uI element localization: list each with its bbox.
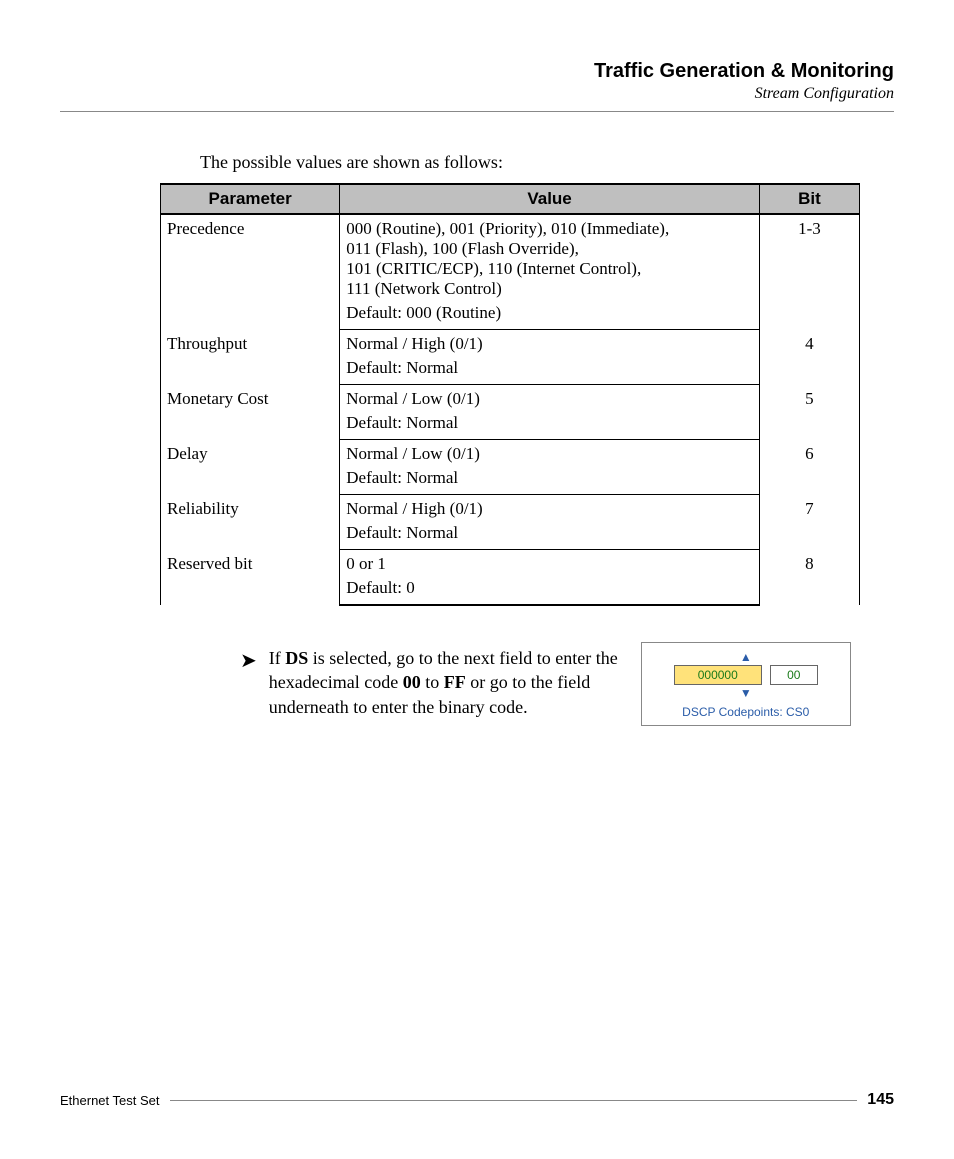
cell-value: 000 (Routine), 001 (Priority), 010 (Imme… (340, 214, 760, 301)
table-row: Precedence 000 (Routine), 001 (Priority)… (161, 214, 860, 301)
col-header-bit: Bit (759, 184, 859, 214)
dscp-caption: DSCP Codepoints: CS0 (650, 705, 842, 719)
cell-bit: 5 (759, 385, 859, 440)
value-line: 011 (Flash), 100 (Flash Override), (346, 239, 753, 259)
cell-bit: 1-3 (759, 214, 859, 330)
binary-code-field[interactable]: 000000 (674, 665, 762, 685)
page-header-subtitle: Stream Configuration (60, 85, 894, 103)
header-divider (60, 111, 894, 112)
col-header-value: Value (340, 184, 760, 214)
parameter-table: Parameter Value Bit Precedence 000 (Rout… (160, 183, 860, 606)
bullet-arrow-icon: ➤ (240, 648, 257, 673)
cell-default: Default: Normal (340, 356, 760, 385)
cell-default: Default: Normal (340, 466, 760, 495)
value-line: 111 (Network Control) (346, 279, 753, 299)
cell-parameter: Monetary Cost (161, 385, 340, 440)
text-bold: FF (444, 672, 466, 692)
page-number: 145 (867, 1091, 894, 1109)
page-header-title: Traffic Generation & Monitoring (60, 60, 894, 83)
cell-default: Default: Normal (340, 521, 760, 550)
footer-divider (170, 1100, 858, 1101)
cell-value: Normal / Low (0/1) (340, 385, 760, 412)
text-segment: to (421, 672, 444, 692)
value-line: 101 (CRITIC/ECP), 110 (Internet Control)… (346, 259, 753, 279)
cell-default: Default: 0 (340, 576, 760, 605)
cell-bit: 6 (759, 440, 859, 495)
spinner-down-icon[interactable]: ▼ (650, 687, 842, 699)
cell-value: Normal / High (0/1) (340, 330, 760, 357)
cell-parameter: Reliability (161, 495, 340, 550)
dscp-widget: ▲ 000000 00 ▼ DSCP Codepoints: CS0 (641, 642, 851, 726)
text-segment: If (269, 648, 286, 668)
table-row: Reserved bit 0 or 1 8 (161, 550, 860, 577)
table-row: Throughput Normal / High (0/1) 4 (161, 330, 860, 357)
intro-text: The possible values are shown as follows… (200, 152, 894, 173)
cell-default: Default: 000 (Routine) (340, 301, 760, 330)
cell-parameter: Reserved bit (161, 550, 340, 606)
cell-bit: 8 (759, 550, 859, 606)
cell-parameter: Delay (161, 440, 340, 495)
cell-bit: 4 (759, 330, 859, 385)
cell-value: 0 or 1 (340, 550, 760, 577)
spinner-up-icon[interactable]: ▲ (650, 651, 842, 663)
cell-value: Normal / Low (0/1) (340, 440, 760, 467)
table-row: Delay Normal / Low (0/1) 6 (161, 440, 860, 467)
cell-value: Normal / High (0/1) (340, 495, 760, 522)
table-row: Monetary Cost Normal / Low (0/1) 5 (161, 385, 860, 412)
value-line: 000 (Routine), 001 (Priority), 010 (Imme… (346, 219, 753, 239)
cell-bit: 7 (759, 495, 859, 550)
bullet-paragraph: If DS is selected, go to the next field … (269, 646, 629, 719)
cell-default: Default: Normal (340, 411, 760, 440)
col-header-parameter: Parameter (161, 184, 340, 214)
text-bold: DS (285, 648, 308, 668)
cell-parameter: Throughput (161, 330, 340, 385)
text-bold: 00 (403, 672, 421, 692)
table-row: Reliability Normal / High (0/1) 7 (161, 495, 860, 522)
cell-parameter: Precedence (161, 214, 340, 330)
hex-code-field[interactable]: 00 (770, 665, 818, 685)
footer-left-text: Ethernet Test Set (60, 1093, 160, 1108)
